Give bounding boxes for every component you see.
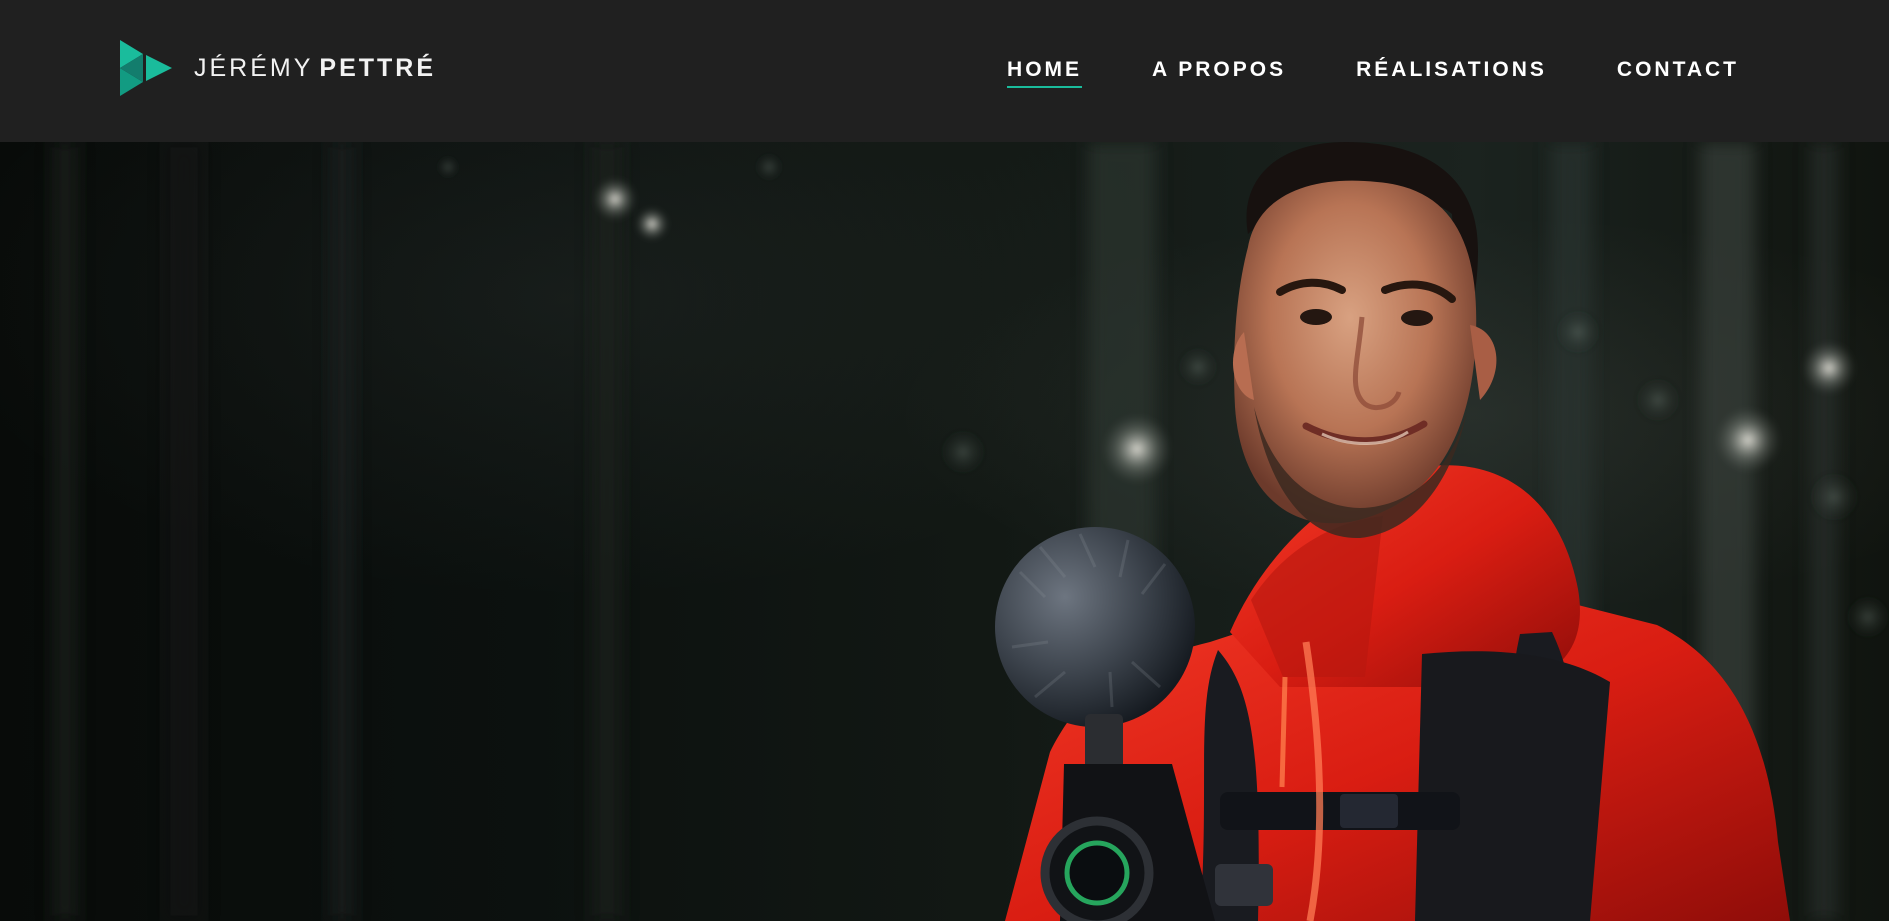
brand-first-name: JÉRÉMY	[194, 53, 314, 82]
site-header: JÉRÉMY PETTRÉ HOME A PROPOS RÉALISATIONS …	[0, 0, 1889, 142]
hero-banner	[0, 142, 1889, 921]
nav-contact-link[interactable]: CONTACT	[1617, 58, 1739, 86]
brand-name: JÉRÉMY PETTRÉ	[194, 54, 436, 83]
brand-link[interactable]: JÉRÉMY PETTRÉ	[120, 38, 436, 98]
nav-work-link[interactable]: RÉALISATIONS	[1356, 58, 1547, 86]
brand-last-name: PETTRÉ	[319, 53, 437, 82]
play-triangles-logo-icon	[120, 40, 172, 96]
hero-photo-illustration	[52, 142, 1889, 921]
main-navigation: HOME A PROPOS RÉALISATIONS CONTACT	[1007, 55, 1739, 89]
nav-about-link[interactable]: A PROPOS	[1152, 58, 1286, 86]
nav-home-link[interactable]: HOME	[1007, 58, 1083, 88]
